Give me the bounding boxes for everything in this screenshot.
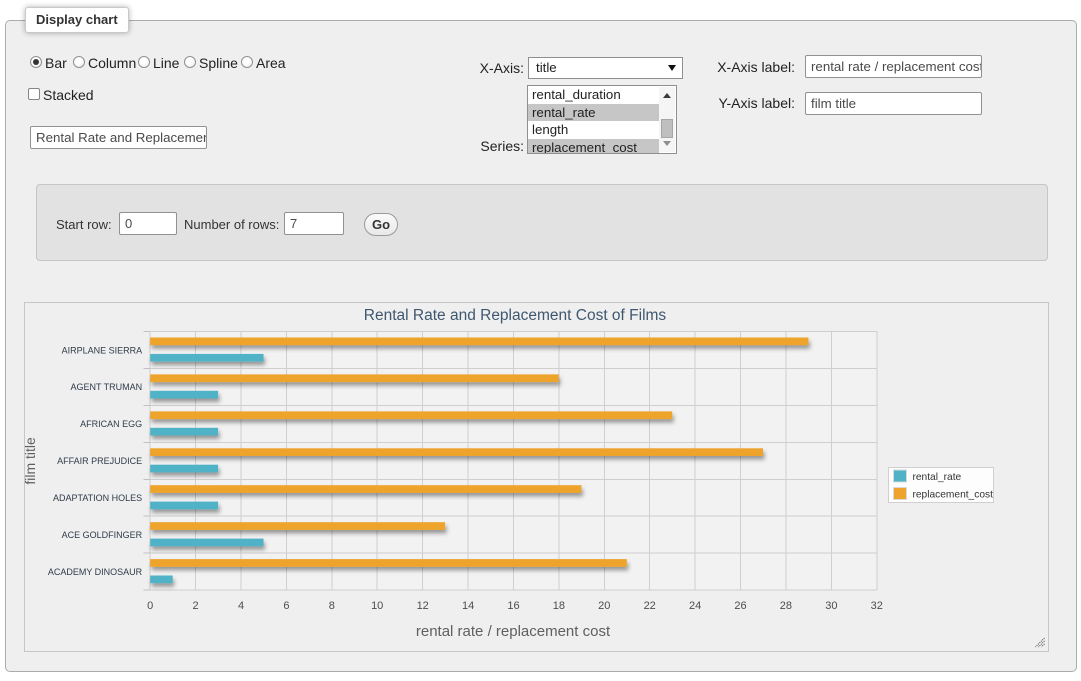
svg-text:ADAPTATION HOLES: ADAPTATION HOLES (53, 493, 142, 503)
svg-text:ACADEMY DINOSAUR: ACADEMY DINOSAUR (48, 567, 143, 577)
svg-text:16: 16 (507, 600, 519, 612)
svg-text:20: 20 (598, 600, 610, 612)
svg-text:22: 22 (644, 600, 656, 612)
svg-text:rental rate / replacement cost: rental rate / replacement cost (416, 623, 611, 640)
svg-text:24: 24 (689, 600, 701, 612)
svg-text:4: 4 (238, 600, 244, 612)
svg-text:6: 6 (283, 600, 289, 612)
svg-text:2: 2 (193, 600, 199, 612)
svg-text:film title: film title (24, 437, 38, 485)
svg-text:14: 14 (462, 600, 474, 612)
svg-text:AFFAIR PREJUDICE: AFFAIR PREJUDICE (57, 456, 142, 466)
svg-text:rental_rate: rental_rate (913, 472, 962, 483)
svg-text:AFRICAN EGG: AFRICAN EGG (80, 419, 142, 429)
svg-text:replacement_cost: replacement_cost (913, 489, 994, 500)
svg-text:26: 26 (734, 600, 746, 612)
svg-text:0: 0 (147, 600, 153, 612)
svg-text:10: 10 (371, 600, 383, 612)
svg-text:8: 8 (329, 600, 335, 612)
svg-text:AGENT TRUMAN: AGENT TRUMAN (71, 382, 143, 392)
svg-text:AIRPLANE SIERRA: AIRPLANE SIERRA (62, 345, 143, 355)
svg-text:Rental Rate and Replacement Co: Rental Rate and Replacement Cost of Film… (364, 307, 667, 324)
svg-text:12: 12 (417, 600, 429, 612)
svg-text:32: 32 (871, 600, 883, 612)
svg-text:ACE GOLDFINGER: ACE GOLDFINGER (62, 530, 143, 540)
svg-text:18: 18 (553, 600, 565, 612)
svg-text:28: 28 (780, 600, 792, 612)
svg-text:30: 30 (825, 600, 837, 612)
